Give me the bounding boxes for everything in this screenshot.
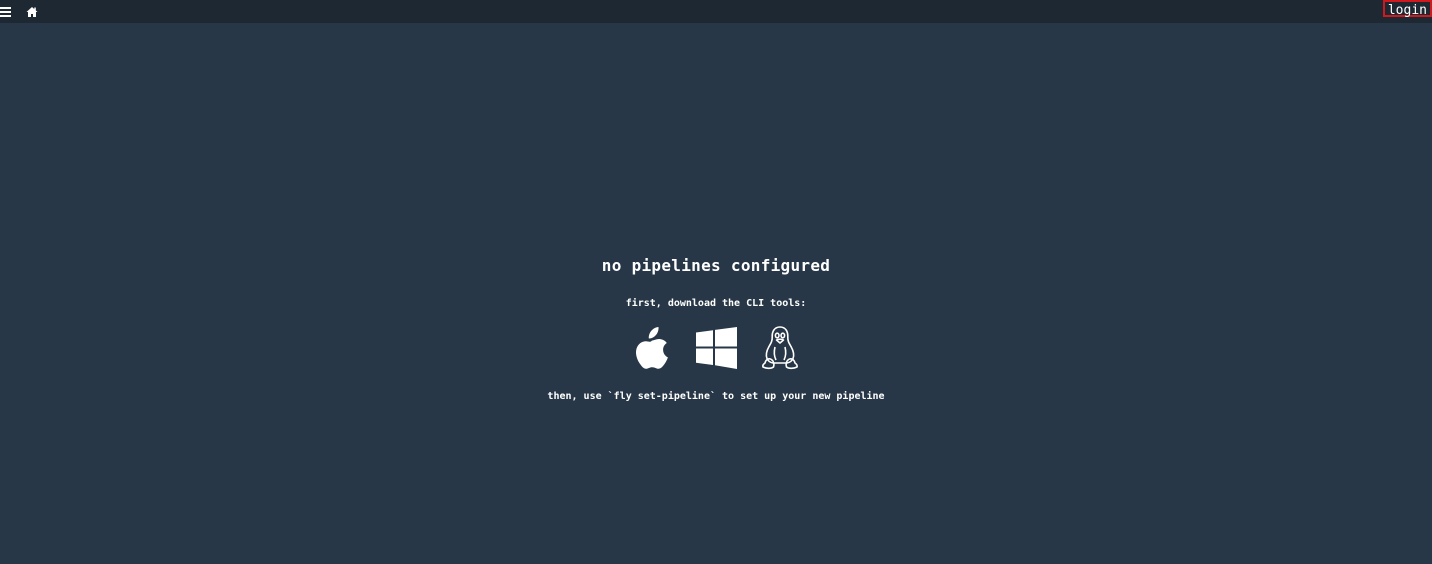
set-pipeline-instructions: then, use `fly set-pipeline` to set up y… — [547, 391, 885, 402]
home-icon[interactable] — [26, 3, 38, 17]
download-linux-link[interactable] — [757, 324, 803, 372]
download-windows-link[interactable] — [693, 324, 739, 372]
no-pipelines-panel: no pipelines configured first, download … — [0, 252, 1432, 404]
login-button[interactable]: login — [1382, 0, 1432, 18]
hamburger-menu-icon[interactable] — [0, 3, 12, 17]
linux-tux-icon — [762, 326, 798, 370]
page-title: no pipelines configured — [601, 256, 831, 275]
top-bar: login — [0, 0, 1432, 23]
cli-download-links — [0, 324, 1432, 372]
windows-icon — [696, 327, 737, 369]
apple-icon — [636, 327, 668, 369]
download-osx-link[interactable] — [629, 324, 675, 372]
download-instructions: first, download the CLI tools: — [625, 298, 807, 309]
